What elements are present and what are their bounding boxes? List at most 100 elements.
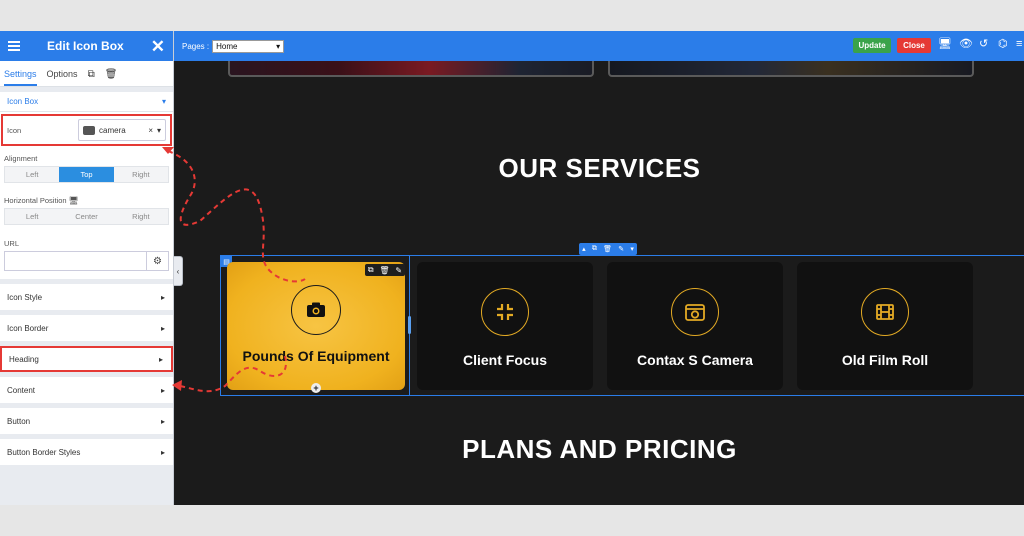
section-icon-style[interactable]: Icon Style ▸ <box>0 284 173 310</box>
icon-control: Icon camera × ▾ <box>1 114 172 146</box>
service-card[interactable]: Contax S Camera <box>607 262 783 390</box>
panel-tabs: Settings Options ⧉ 🗑 <box>0 61 173 87</box>
camera-box-icon <box>685 304 705 321</box>
icon-value: camera <box>99 125 126 135</box>
section-button[interactable]: Button ▸ <box>0 408 173 434</box>
tab-settings[interactable]: Settings <box>4 69 37 86</box>
close-button[interactable]: Close <box>897 38 931 53</box>
pages-label: Pages : <box>182 41 210 51</box>
url-input[interactable] <box>4 251 147 271</box>
alignment-label: Alignment <box>4 154 38 163</box>
service-card[interactable]: Pounds Of Equipment <box>227 262 405 390</box>
pencil-icon[interactable]: ✎ <box>395 266 402 275</box>
align-right-option[interactable]: Right <box>114 167 168 182</box>
panel-header: Edit Icon Box ✕ <box>0 31 173 61</box>
section-label: Icon Style <box>7 292 43 302</box>
align-top-option[interactable]: Top <box>59 167 114 182</box>
chevron-right-icon: ▸ <box>160 385 165 395</box>
more-menu-icon[interactable]: ≡ <box>1016 39 1022 50</box>
card-label: Pounds Of Equipment <box>242 348 390 364</box>
section-button-border-styles[interactable]: Button Border Styles ▸ <box>0 439 173 465</box>
services-heading: OUR SERVICES <box>498 153 701 183</box>
horizontal-position-control: Left Center Right <box>4 208 169 225</box>
card-label: Client Focus <box>462 352 547 368</box>
resize-handle[interactable] <box>408 316 411 334</box>
hpos-right-option[interactable]: Right <box>114 209 168 224</box>
section-handle[interactable]: ▴ ⧉ 🗑 ✎ ▾ <box>579 243 637 255</box>
chevron-up-icon[interactable]: ▴ <box>582 245 586 253</box>
film-icon <box>876 304 894 320</box>
chevron-right-icon: ▸ <box>158 354 163 364</box>
editor-window: Edit Icon Box ✕ Settings Options ⧉ 🗑 Ico… <box>0 31 1024 505</box>
editor-toolbar: Pages : Home ▾ Update Close 🖥 👁 ↺ ⌬ ≡ <box>174 31 1024 61</box>
chevron-down-icon: ▾ <box>276 41 281 51</box>
pencil-icon[interactable]: ✎ <box>618 245 624 253</box>
horizontal-position-text: Horizontal Position <box>4 196 67 205</box>
camera-icon <box>83 125 95 135</box>
update-button[interactable]: Update <box>853 38 891 53</box>
alignment-control: Left Top Right <box>4 166 169 183</box>
card-label: Contax S Camera <box>637 352 753 368</box>
chevron-right-icon: ▸ <box>160 447 165 457</box>
section-heading[interactable]: Heading ▸ <box>0 346 173 372</box>
section-label: Button <box>7 416 31 426</box>
menu-icon[interactable] <box>8 41 20 51</box>
trash-icon[interactable]: 🗑 <box>379 266 389 275</box>
pricing-heading: PLANS AND PRICING <box>462 434 737 464</box>
icon-ring <box>671 288 719 336</box>
dropdown-arrow-icon[interactable]: ▾ <box>157 126 161 135</box>
camera-icon <box>307 302 325 317</box>
url-label: URL <box>4 239 20 248</box>
icon-select[interactable]: camera × ▾ <box>78 119 166 141</box>
section-label: Content <box>7 385 36 395</box>
collapse-panel-handle[interactable]: ‹ <box>174 256 183 286</box>
copy-icon[interactable]: ⧉ <box>592 245 597 253</box>
icon-ring <box>861 288 909 336</box>
service-card[interactable]: Old Film Roll <box>797 262 973 390</box>
preview-eye-icon[interactable]: 👁 <box>959 39 973 50</box>
desktop-view-icon[interactable]: 🖥 <box>938 39 952 50</box>
section-icon-border[interactable]: Icon Border ▸ <box>0 315 173 341</box>
chevron-down-icon: ▾ <box>161 97 166 106</box>
service-card[interactable]: Client Focus <box>417 262 593 390</box>
copy-icon[interactable]: ⧉ <box>368 265 374 275</box>
icon-box-section-header[interactable]: Icon Box ▾ <box>0 92 173 112</box>
panel-title: Edit Icon Box <box>47 39 124 53</box>
section-label: Button Border Styles <box>7 447 81 457</box>
close-icon[interactable]: ✕ <box>151 38 165 55</box>
trash-icon[interactable]: 🗑 <box>105 69 118 86</box>
section-label: Icon Border <box>7 323 49 333</box>
icon-ring <box>481 288 529 336</box>
horizontal-position-label: Horizontal Position 🖥 <box>0 183 173 208</box>
gallery-image-right[interactable] <box>608 61 974 77</box>
copy-icon[interactable]: ⧉ <box>88 69 95 86</box>
section-title: Icon Box <box>7 97 39 106</box>
section-content[interactable]: Content ▸ <box>0 377 173 403</box>
add-icon[interactable]: + <box>311 383 321 393</box>
align-left-option[interactable]: Left <box>5 167 59 182</box>
icon-label: Icon <box>7 125 22 135</box>
page-canvas: OUR SERVICES ▴ ⧉ 🗑 ✎ ▾ ▤ Pounds Of Equip… <box>175 61 1024 505</box>
url-control: ⚙ <box>4 251 169 271</box>
compress-icon <box>497 304 513 320</box>
history-icon[interactable]: ↺ <box>979 39 988 50</box>
gear-icon[interactable]: ⚙ <box>147 251 169 271</box>
page-select[interactable]: Home ▾ <box>212 39 285 53</box>
chevron-down-icon[interactable]: ▾ <box>630 245 634 253</box>
page-select-value: Home <box>216 41 238 51</box>
tab-options[interactable]: Options <box>47 69 78 86</box>
navigator-icon[interactable]: ⌬ <box>998 39 1008 50</box>
gallery-image-left[interactable] <box>228 61 594 77</box>
chevron-right-icon: ▸ <box>160 292 165 302</box>
edit-panel: Edit Icon Box ✕ Settings Options ⧉ 🗑 Ico… <box>0 31 174 505</box>
section-label: Heading <box>9 354 39 364</box>
widget-handle[interactable]: ⧉ 🗑 ✎ <box>365 264 405 276</box>
clear-icon[interactable]: × <box>148 126 153 135</box>
hpos-center-option[interactable]: Center <box>59 209 113 224</box>
chevron-right-icon: ▸ <box>160 416 165 426</box>
icon-ring <box>291 285 341 335</box>
trash-icon[interactable]: 🗑 <box>603 245 612 253</box>
icon-box-section: Icon Box ▾ Icon camera × ▾ Alignment Lef… <box>0 92 173 279</box>
hpos-left-option[interactable]: Left <box>5 209 59 224</box>
desktop-icon: 🖥 <box>68 196 79 205</box>
